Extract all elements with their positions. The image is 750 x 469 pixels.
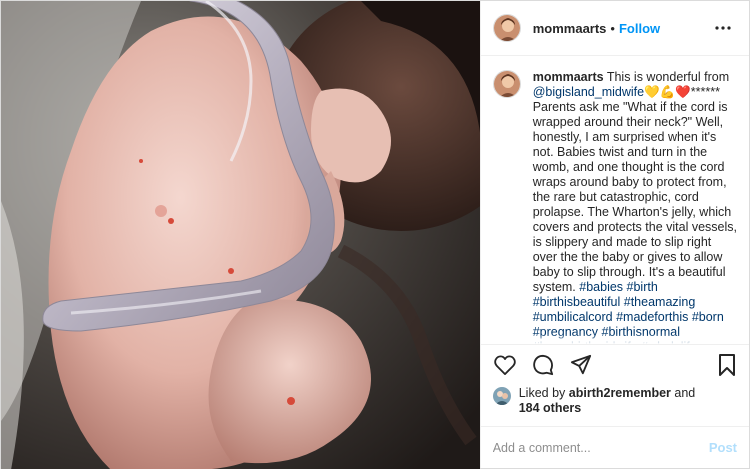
- post-comment-button[interactable]: Post: [709, 440, 737, 455]
- post-side-panel: mommaarts • Follow mommaarts This is won…: [479, 1, 749, 468]
- caption-body: Parents ask me "What if the cord is wrap…: [532, 100, 737, 294]
- liker-avatar[interactable]: [492, 387, 511, 405]
- likes-text: Liked by abirth2remember and 184 others: [519, 386, 696, 426]
- bookmark-icon[interactable]: [715, 353, 739, 377]
- comment-glyph: [532, 354, 553, 375]
- newborn-photo-illustration: [1, 1, 480, 469]
- likes-others[interactable]: 184 others: [519, 401, 582, 415]
- caption-intro: This is wonderful from: [606, 70, 730, 84]
- post-photo[interactable]: [1, 1, 480, 469]
- mention-link[interactable]: @bigisland_midwife: [533, 85, 644, 99]
- caption-stars: ******: [690, 85, 720, 99]
- comments-fade: [480, 334, 749, 344]
- share-glyph: [570, 354, 591, 374]
- header-separator: •: [610, 20, 615, 36]
- comment-input[interactable]: [492, 440, 709, 455]
- follow-button[interactable]: Follow: [619, 21, 660, 36]
- avatar-image: [493, 71, 520, 97]
- likes-prefix: Liked by: [518, 386, 566, 400]
- share-icon[interactable]: [569, 353, 593, 377]
- comments-area[interactable]: mommaarts This is wonderful from @bigisl…: [480, 56, 749, 344]
- heart-icon[interactable]: [493, 353, 517, 377]
- avatar-image: [493, 15, 520, 41]
- liker-username[interactable]: abirth2remember: [569, 386, 671, 400]
- likes-conjunction: and: [674, 386, 696, 400]
- caption-emoji: 💛💪❤️: [644, 85, 691, 99]
- likes-summary: Liked by abirth2remember and 184 others: [481, 384, 749, 426]
- caption-avatar[interactable]: [492, 70, 521, 98]
- author-avatar[interactable]: [492, 14, 521, 42]
- post-header: mommaarts • Follow: [480, 1, 749, 56]
- liker-avatar-image: [492, 387, 511, 405]
- caption: mommaarts This is wonderful from @bigisl…: [492, 70, 737, 344]
- heart-glyph: [493, 354, 516, 375]
- author-username[interactable]: mommaarts: [533, 21, 607, 36]
- more-options-icon[interactable]: [711, 16, 735, 40]
- comment-icon[interactable]: [531, 353, 555, 377]
- bookmark-glyph: [719, 353, 735, 376]
- add-comment-bar: Post: [480, 426, 749, 468]
- ellipsis-icon: [715, 26, 731, 30]
- caption-username[interactable]: mommaarts: [533, 70, 604, 84]
- instagram-post: mommaarts • Follow mommaarts This is won…: [0, 0, 750, 469]
- action-bar: [480, 344, 749, 384]
- caption-text: mommaarts This is wonderful from @bigisl…: [533, 70, 737, 344]
